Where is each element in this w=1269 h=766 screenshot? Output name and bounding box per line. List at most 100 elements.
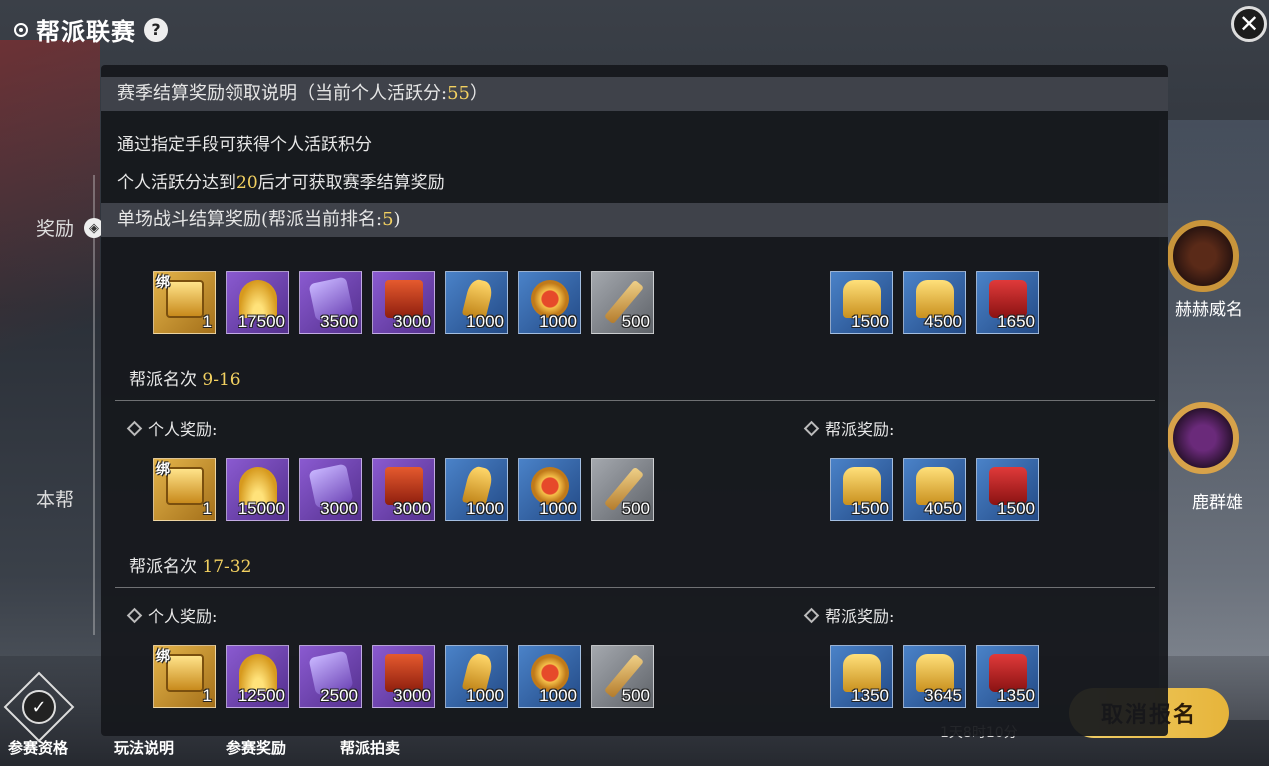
personal-label-text: 个人奖励: [148,420,218,439]
reward-item[interactable]: 1500 [830,271,893,334]
reward-item[interactable]: 1500 [830,458,893,521]
side-item-our-gang[interactable]: 本帮 [36,485,74,512]
close-button[interactable]: ✕ [1231,6,1267,42]
item-quantity: 1000 [539,499,577,518]
tier-1-personal-items: 绑 1 15000 3000 3000 1000 1000 500 [153,458,654,521]
medal-label: 赫赫威名 [1175,300,1243,320]
reward-item[interactable]: 1350 [976,645,1039,708]
tier-2-personal-label: 个人奖励: [126,603,218,627]
tier-1-rank: 帮派名次 9-16 [129,365,241,390]
reward-item[interactable]: 绑1 [153,645,216,708]
reward-item[interactable]: 15000 [226,458,289,521]
tab-qualification[interactable]: 参赛资格 [8,737,68,758]
tier-1-gang-label: 帮派奖励: [803,416,894,440]
treasure-chest-icon [166,654,204,692]
diamond-icon [126,607,143,623]
tier-0-personal-items: 绑 1 17500 3500 3000 1000 1000 500 [153,271,654,334]
reward-item[interactable]: 2500 [299,645,362,708]
diamond-icon [803,420,820,436]
item-quantity: 3000 [320,499,358,518]
item-quantity: 3500 [320,312,358,331]
reward-item[interactable]: 1000 [518,458,581,521]
season-header-text: 赛季结算奖励领取说明（当前个人活跃分: [117,83,448,104]
tier-1-divider [115,400,1155,401]
item-quantity: 4050 [924,499,962,518]
personal-label-text: 个人奖励: [148,607,218,626]
item-quantity: 1500 [997,499,1035,518]
season-header: 赛季结算奖励领取说明（当前个人活跃分:55） [101,77,1168,111]
reward-item[interactable]: 1500 [976,458,1039,521]
side-item-rewards[interactable]: 奖励 [36,214,74,241]
item-quantity: 2500 [320,686,358,705]
tier-2-rank-value: 17-32 [202,557,252,577]
item-quantity: 1000 [466,686,504,705]
tier-1-rank-value: 9-16 [202,370,241,390]
reward-item[interactable]: 3000 [372,271,435,334]
item-quantity: 1350 [851,686,889,705]
tab-auction[interactable]: 帮派拍卖 [340,737,400,758]
reward-item[interactable]: 1000 [445,645,508,708]
tier-2-divider [115,587,1155,588]
bound-label: 绑 [156,649,170,665]
reward-item[interactable]: 绑1 [153,271,216,334]
reward-item[interactable]: 3000 [372,645,435,708]
tier-2-gang-label: 帮派奖励: [803,603,894,627]
item-quantity: 500 [621,312,650,331]
tier-1-rank-label: 帮派名次 [129,370,203,390]
reward-item[interactable]: 1350 [830,645,893,708]
item-quantity: 500 [621,686,650,705]
item-quantity: 1650 [997,312,1035,331]
item-quantity: 3000 [393,499,431,518]
reward-item[interactable]: 1000 [518,271,581,334]
reward-item[interactable]: 4050 [903,458,966,521]
reward-panel: 赛季结算奖励领取说明（当前个人活跃分:55） 通过指定手段可获得个人活跃积分 个… [101,65,1168,736]
gang-current-rank: 5 [382,209,394,230]
tab-rewards[interactable]: 参赛奖励 [226,737,286,758]
reward-item[interactable]: 500 [591,645,654,708]
reward-item[interactable]: 3000 [299,458,362,521]
item-quantity: 3000 [393,312,431,331]
tab-rules[interactable]: 玩法说明 [114,737,174,758]
item-quantity: 1000 [466,499,504,518]
reward-item[interactable]: 1650 [976,271,1039,334]
reward-item[interactable]: 绑1 [153,458,216,521]
personal-activity-score: 55 [447,83,470,104]
item-quantity: 3000 [393,686,431,705]
item-quantity: 1500 [851,312,889,331]
diamond-icon [803,607,820,623]
item-quantity: 3645 [924,686,962,705]
reward-item[interactable]: 3000 [372,458,435,521]
reward-item[interactable]: 1000 [445,271,508,334]
battle-header: 单场战斗结算奖励(帮派当前排名:5) [101,203,1168,237]
item-quantity: 1000 [539,312,577,331]
bound-label: 绑 [156,462,170,478]
treasure-chest-icon [166,280,204,318]
reward-item[interactable]: 500 [591,458,654,521]
tier-1-gang-items: 1500 4050 1500 [830,458,1039,521]
reward-item[interactable]: 3645 [903,645,966,708]
help-icon[interactable]: ? [144,17,168,42]
info-line-2-pre: 个人活跃分达到 [117,173,236,193]
tier-2-rank: 帮派名次 17-32 [129,552,251,577]
info-line-2-post: 后才可获取赛季结算奖励 [257,173,445,193]
reward-item[interactable]: 12500 [226,645,289,708]
reward-item[interactable]: 500 [591,271,654,334]
tier-0-gang-items: 1500 4500 1650 [830,271,1039,334]
item-quantity: 12500 [237,686,285,705]
bound-label: 绑 [156,275,170,291]
item-quantity: 4500 [924,312,962,331]
item-quantity: 1350 [997,686,1035,705]
tier-2-personal-items: 绑 1 12500 2500 3000 1000 1000 500 [153,645,654,708]
medal-purple-icon[interactable] [1167,402,1239,474]
info-line-1: 通过指定手段可获得个人活跃积分 [117,135,372,155]
battle-header-close: ) [393,209,401,230]
item-quantity: 15000 [237,499,285,518]
tier-2-gang-items: 1350 3645 1350 [830,645,1039,708]
reward-item[interactable]: 1000 [445,458,508,521]
medal-icon[interactable] [1167,220,1239,292]
check-icon: ✓ [22,690,56,724]
reward-item[interactable]: 4500 [903,271,966,334]
reward-item[interactable]: 1000 [518,645,581,708]
reward-item[interactable]: 3500 [299,271,362,334]
reward-item[interactable]: 17500 [226,271,289,334]
